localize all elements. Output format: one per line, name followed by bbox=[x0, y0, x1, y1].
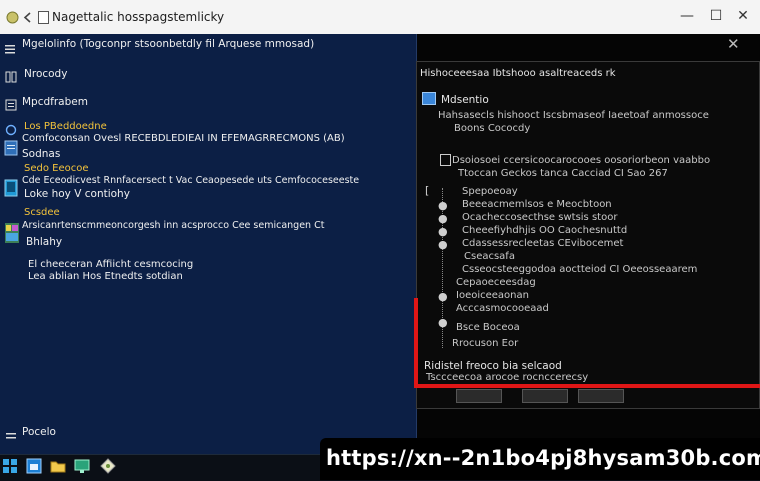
red-highlight-box bbox=[414, 298, 760, 388]
tree-item-0[interactable]: Spepoeoay bbox=[462, 186, 518, 197]
section-1-line1: Cde Eceodicvest Rnnfacersect t Vac Ceaop… bbox=[22, 175, 360, 186]
back-arrow-icon[interactable] bbox=[21, 9, 34, 23]
note-line-1: El cheeceran Affiicht cesmcocing bbox=[28, 259, 194, 270]
tiles-icon bbox=[4, 222, 20, 244]
list-icon bbox=[5, 96, 17, 111]
tree-item-6[interactable]: Csseocsteeggodoa aoctteiod CI Oeeosseaar… bbox=[462, 264, 697, 275]
minimize-button[interactable]: — bbox=[676, 6, 698, 26]
dialog-app-icon bbox=[422, 90, 436, 105]
tree-item-5[interactable]: Cseacsafa bbox=[464, 251, 515, 262]
dialog-row-1a: Dsoiosoei ccersicoocarocooes oosoriorbeo… bbox=[452, 155, 711, 166]
tree-item-4[interactable]: Cdassessrecleetas CEvibocemet bbox=[462, 238, 623, 249]
dialog-header: Hishoceeesaa Ibtshooo asaltreaceds rk bbox=[420, 68, 616, 79]
windows-icon[interactable] bbox=[2, 458, 18, 474]
dialog-button-cancel[interactable] bbox=[578, 389, 624, 403]
monitor-icon[interactable] bbox=[74, 458, 90, 474]
window-title: Nagettalic hosspagstemlicky bbox=[52, 10, 225, 24]
dialog-subheader: Mdsentio bbox=[441, 94, 489, 106]
close-panel-button[interactable]: ✕ bbox=[727, 36, 743, 52]
tree-item-3[interactable]: Cheeefiyhdhjis OO Caochesnuttd bbox=[462, 225, 627, 236]
tree-item-1[interactable]: Beeeacmemlsos e Meocbtoon bbox=[462, 199, 612, 210]
dialog-intro-1: Hahsasecls hishooct Iscsbmaseof Iaeetoaf… bbox=[438, 110, 709, 121]
section-1-line2: Loke hoy V contiohy bbox=[24, 188, 130, 200]
section-2-line1: Arsicanrtenscmmeoncorgesh inn acsprocco … bbox=[22, 220, 325, 231]
section-1-caption: Sedo Eeocoe bbox=[24, 163, 89, 174]
tree-bullet-icon: ● bbox=[438, 212, 448, 225]
left-pane-footer[interactable]: Pocelo bbox=[22, 426, 56, 438]
section-0-caption: Los PBeddoedne bbox=[24, 121, 107, 132]
settings-icon bbox=[5, 427, 17, 439]
document-icon bbox=[4, 140, 18, 156]
info-circle-icon bbox=[5, 121, 17, 136]
close-button[interactable]: ✕ bbox=[732, 6, 754, 26]
tree-item-7[interactable]: Cepaoeceesdag bbox=[456, 277, 536, 288]
section-2-caption: Scsdee bbox=[24, 207, 60, 218]
left-pane-header: Mgelolinfo (Togconpr stsoonbetdly fil Ar… bbox=[22, 38, 315, 50]
tree-root-bracket-icon: [ bbox=[425, 184, 430, 197]
nav-item-0[interactable]: Nrocody bbox=[24, 68, 67, 80]
phone-icon bbox=[4, 179, 18, 197]
section-0-line1: Comfoconsan Ovesl RECEBDLEDIEAI IN EFEMA… bbox=[22, 133, 345, 144]
dialog-row-1b: Ttoccan Geckos tanca Cacciad CI Sao 267 bbox=[458, 168, 668, 179]
tree-bullet-icon: ● bbox=[438, 199, 448, 212]
folder-icon[interactable] bbox=[50, 458, 66, 474]
window-titlebar: Nagettalic hosspagstemlicky — ☐ ✕ bbox=[0, 0, 760, 35]
section-2-line2: Bhlahy bbox=[26, 236, 63, 248]
store-icon[interactable] bbox=[26, 458, 42, 474]
diamond-icon[interactable] bbox=[100, 458, 116, 474]
dialog-button-apply[interactable] bbox=[522, 389, 568, 403]
note-line-2: Lea ablian Hos Etnedts sotdian bbox=[28, 271, 183, 282]
maximize-button[interactable]: ☐ bbox=[705, 6, 727, 26]
app-logo-icon bbox=[6, 9, 19, 24]
dialog-intro-2: Boons Cococdy bbox=[454, 123, 531, 134]
dialog-button-ok[interactable] bbox=[456, 389, 502, 403]
url-watermark-text: https://xn--2n1bo4pj8hysam30b.com bbox=[326, 446, 760, 470]
tree-item-2[interactable]: Ocacheccosecthse swtsis stoor bbox=[462, 212, 617, 223]
page-icon bbox=[37, 9, 50, 24]
section-0-line2: Sodnas bbox=[22, 148, 61, 160]
tree-bullet-icon: ● bbox=[438, 225, 448, 238]
tree-bullet-icon: ● bbox=[438, 238, 448, 251]
menu-icon[interactable] bbox=[4, 40, 16, 54]
nav-item-1[interactable]: Mpcdfrabem bbox=[22, 96, 88, 108]
checkbox-icon[interactable] bbox=[440, 154, 451, 166]
grid-icon bbox=[5, 68, 17, 83]
